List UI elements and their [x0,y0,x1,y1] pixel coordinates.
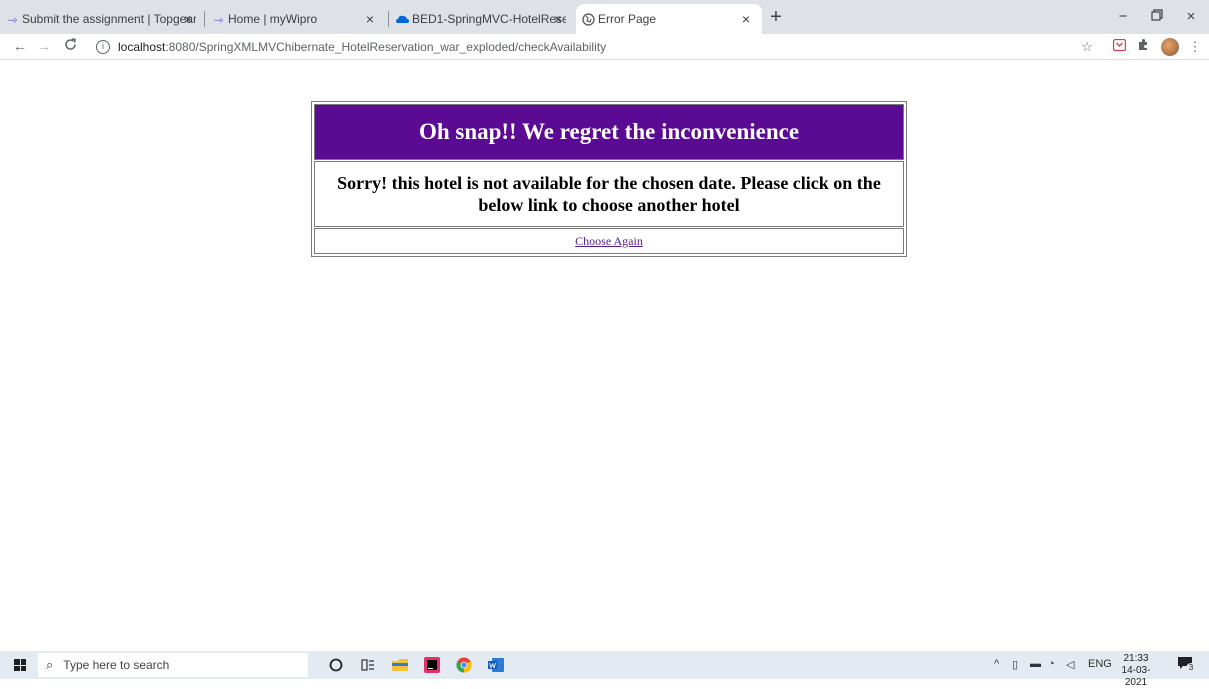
notification-count: 3 [1186,663,1196,673]
close-icon[interactable]: × [362,11,378,27]
battery-icon[interactable]: ▬ [1030,658,1041,670]
intellij-icon[interactable] [422,655,442,675]
url-host: localhost [118,40,166,54]
file-explorer-icon[interactable] [390,655,410,675]
wifi-icon[interactable]: ◔ [1048,658,1055,670]
url-input[interactable]: i localhost:8080/SpringXMLMVChibernate_H… [96,36,1086,58]
close-icon[interactable]: × [550,11,566,27]
forward-arrow-icon[interactable]: → [34,36,54,56]
close-icon[interactable]: × [180,11,196,27]
windows-start-icon[interactable] [14,659,26,671]
meet-now-icon[interactable]: ▯ [1012,658,1018,671]
taskbar: ⌕ Type here to search ^ ▯ ▬ ◔ ◁ ENG 21:3… [0,651,1209,688]
tab-error-page[interactable]: Error Page × [576,4,762,34]
tab-label: BED1-SpringMVC-HotelReservati [412,12,566,26]
volume-icon[interactable]: ◁ [1066,658,1074,671]
error-message: Sorry! this hotel is not available for t… [314,161,904,227]
tab-github[interactable]: BED1-SpringMVC-HotelReservati × [390,4,574,34]
chevron-up-icon[interactable]: ^ [994,658,999,670]
menu-kebab-icon[interactable]: ⋮ [1186,38,1204,56]
extensions-puzzle-icon[interactable] [1134,38,1152,56]
cortana-icon[interactable] [326,655,346,675]
reload-icon[interactable] [60,36,80,56]
topgear-icon: ⇾ [213,12,224,27]
tab-label: Submit the assignment | Topgear [22,12,196,26]
window-close-icon[interactable]: × [1180,6,1202,28]
notification-center-icon[interactable]: 3 [1176,656,1196,674]
info-icon[interactable]: i [96,40,110,54]
chrome-icon[interactable] [454,655,474,675]
search-placeholder: Type here to search [63,658,170,672]
bookmark-star-icon[interactable]: ☆ [1078,38,1096,56]
error-heading: Oh snap!! We regret the inconvenience [314,104,904,160]
avatar[interactable] [1161,38,1179,56]
browser-tab-bar: ⇾ Submit the assignment | Topgear × ⇾ Ho… [0,0,1209,34]
search-icon: ⌕ [46,657,54,673]
language-indicator[interactable]: ENG [1088,658,1112,670]
link-row: Choose Again [314,228,904,254]
minimize-icon[interactable]: − [1112,6,1134,28]
globe-icon [582,13,595,26]
taskbar-clock[interactable]: 21:33 14-03-2021 [1114,653,1158,689]
page-content: Oh snap!! We regret the inconvenience So… [0,61,1209,651]
clock-date: 14-03-2021 [1121,665,1151,688]
topgear-icon: ⇾ [7,12,18,27]
error-table: Oh snap!! We regret the inconvenience So… [311,101,907,257]
taskbar-search-input[interactable]: ⌕ Type here to search [38,653,308,677]
address-bar: ← → i localhost:8080/SpringXMLMVChiberna… [0,34,1209,60]
clock-time: 21:33 [1123,653,1149,664]
tab-mywipro[interactable]: ⇾ Home | myWipro × [206,4,386,34]
new-tab-button[interactable]: + [765,7,787,29]
tab-label: Error Page [598,12,657,26]
close-icon[interactable]: × [738,11,754,27]
tab-label: Home | myWipro [228,12,318,26]
task-view-icon[interactable] [358,655,378,675]
url-path: :8080/SpringXMLMVChibernate_HotelReserva… [165,40,607,54]
cloud-icon [396,13,409,26]
word-icon[interactable] [486,655,506,675]
back-arrow-icon[interactable]: ← [10,36,30,56]
choose-again-link[interactable]: Choose Again [575,234,643,249]
tab-topgear[interactable]: ⇾ Submit the assignment | Topgear × [0,4,204,34]
tab-separator [388,11,389,27]
pocket-extension-icon[interactable] [1110,38,1128,56]
tab-separator [204,11,205,27]
restore-icon[interactable] [1146,6,1168,28]
